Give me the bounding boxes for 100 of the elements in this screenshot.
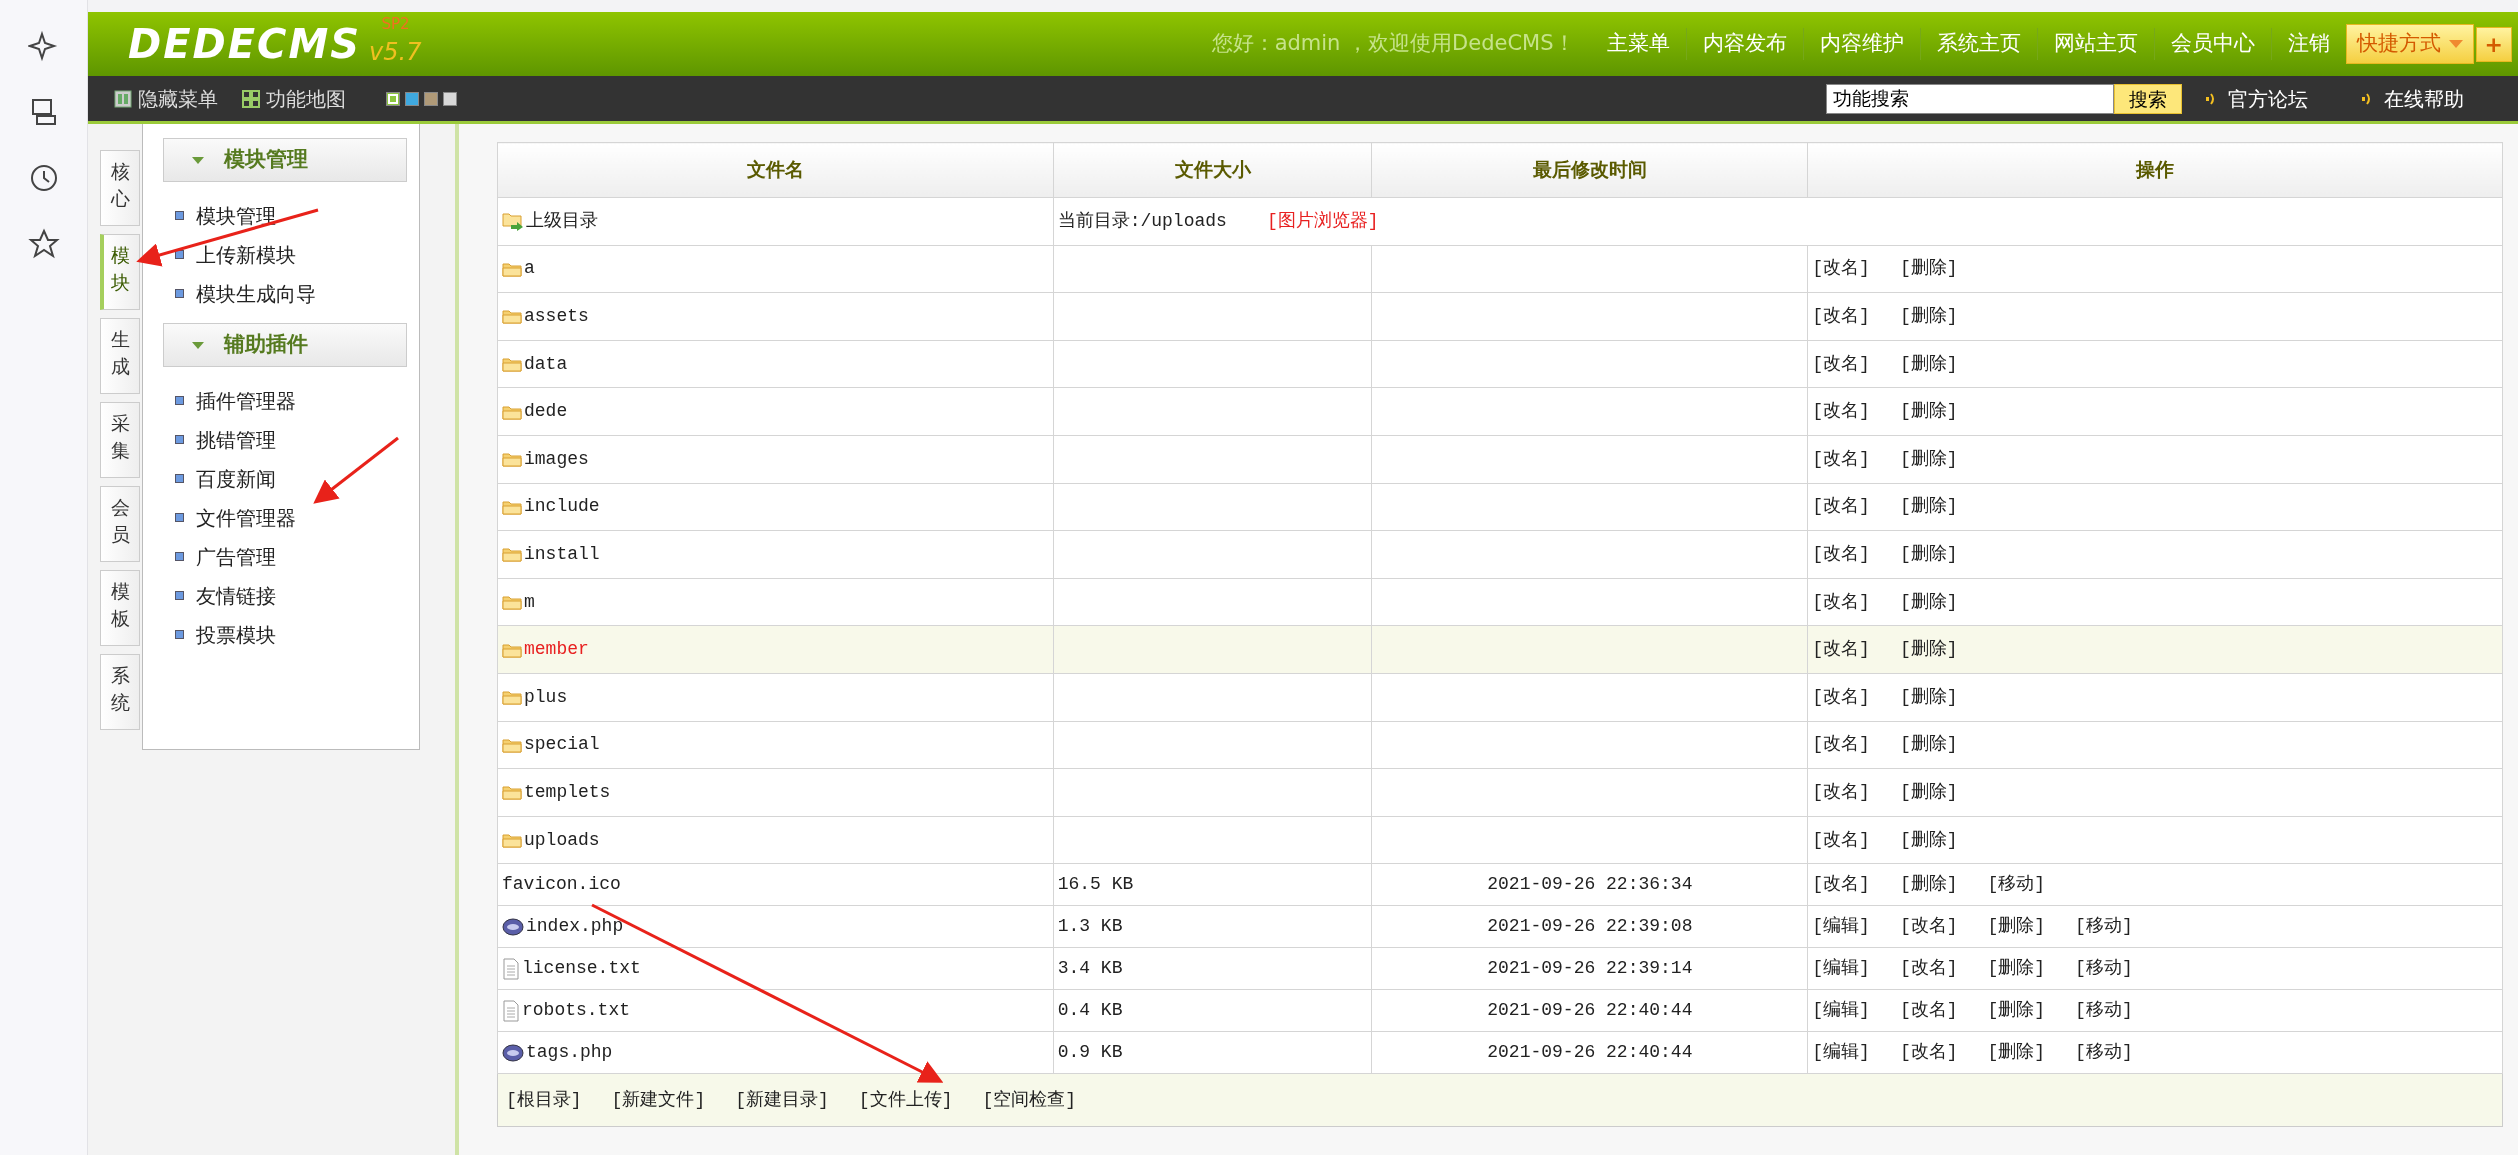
side-tab[interactable]: 核心 xyxy=(100,150,140,226)
menu-item[interactable]: 友情链接 xyxy=(163,576,407,615)
folder-icon xyxy=(502,594,522,611)
folder-icon xyxy=(502,451,522,468)
action-link[interactable]: [删除] xyxy=(1899,871,1958,899)
panel-icon xyxy=(114,89,132,108)
footer-link[interactable]: [空间检查] xyxy=(982,1086,1077,1114)
file-size: 1.3 KB xyxy=(1057,916,1123,937)
action-link[interactable]: [改名] xyxy=(1812,683,1870,711)
greeting-text: 您好：admin ，欢迎使用DedeCMS！ xyxy=(1211,30,1575,58)
action-link[interactable]: [删除] xyxy=(1899,493,1958,521)
action-link[interactable]: [改名] xyxy=(1812,303,1870,330)
folder-up-icon[interactable] xyxy=(502,210,524,233)
action-link[interactable]: [删除] xyxy=(1899,588,1958,616)
folder-icon xyxy=(502,260,522,277)
action-link[interactable]: [删除] xyxy=(1987,955,2046,983)
skin-swatch[interactable] xyxy=(443,91,457,106)
bullet-icon xyxy=(175,250,184,259)
text-file-icon xyxy=(502,999,520,1022)
action-link[interactable]: [改名] xyxy=(1899,997,1958,1025)
caret-icon xyxy=(192,156,204,164)
toolbar-link[interactable]: 隐藏菜单 xyxy=(114,83,218,114)
action-link[interactable]: [删除] xyxy=(1899,636,1958,664)
action-link[interactable]: [改名] xyxy=(1812,778,1870,806)
bullet-icon xyxy=(175,474,184,483)
side-tab[interactable]: 系统 xyxy=(100,654,140,730)
menu-group-header[interactable]: 模块管理 xyxy=(163,138,407,182)
action-link[interactable]: [改名] xyxy=(1812,871,1870,899)
footer-link[interactable]: [根目录] xyxy=(506,1086,582,1114)
folder-icon xyxy=(502,832,522,848)
action-link[interactable]: [移动] xyxy=(2075,997,2133,1025)
help-link[interactable]: 在线帮助 xyxy=(2362,83,2464,114)
action-link[interactable]: [改名] xyxy=(1812,398,1870,426)
bullet-icon xyxy=(175,552,184,561)
footer-link[interactable]: [新建文件] xyxy=(611,1086,706,1114)
menu-item[interactable]: 插件管理器 xyxy=(163,381,407,420)
skin-swatch[interactable] xyxy=(386,91,400,106)
action-link[interactable]: [改名] xyxy=(1812,255,1870,283)
action-link[interactable]: [改名] xyxy=(1812,445,1870,473)
column-header: 文件大小 xyxy=(1053,142,1372,198)
footer-link[interactable]: [文件上传] xyxy=(858,1086,953,1114)
footer-link[interactable]: [新建目录] xyxy=(735,1086,829,1114)
action-link[interactable]: [编辑] xyxy=(1812,913,1870,941)
action-link[interactable]: [移动] xyxy=(2075,1039,2133,1067)
action-link[interactable]: [改名] xyxy=(1812,826,1870,854)
side-tab[interactable]: 会员 xyxy=(100,486,140,562)
side-tab[interactable]: 模板 xyxy=(100,570,140,646)
bullet-icon xyxy=(175,289,184,298)
action-link[interactable]: [编辑] xyxy=(1812,955,1870,983)
action-link[interactable]: [移动] xyxy=(2075,955,2133,983)
action-link[interactable]: [删除] xyxy=(1987,997,2046,1025)
action-link[interactable]: [改名] xyxy=(1812,636,1870,664)
help-link[interactable]: 官方论坛 xyxy=(2206,83,2308,114)
action-link[interactable]: [删除] xyxy=(1899,540,1958,568)
skin-swatch[interactable] xyxy=(424,91,438,106)
edition-label: SP2 xyxy=(381,13,410,35)
action-link[interactable]: [删除] xyxy=(1987,913,2046,941)
star-icon[interactable] xyxy=(27,228,60,260)
toolbar-link[interactable]: 功能地图 xyxy=(242,83,346,114)
menu-item[interactable]: 挑错管理 xyxy=(163,420,407,459)
action-link[interactable]: [改名] xyxy=(1812,493,1870,521)
action-link[interactable]: [改名] xyxy=(1812,588,1870,616)
action-link[interactable]: [改名] xyxy=(1899,1039,1958,1067)
action-link[interactable]: [删除] xyxy=(1899,398,1958,426)
menu-item[interactable]: 上传新模块 xyxy=(163,235,407,274)
action-link[interactable]: [编辑] xyxy=(1812,1039,1870,1067)
skin-swatch[interactable] xyxy=(405,91,419,106)
action-link[interactable]: [删除] xyxy=(1899,731,1958,759)
action-link[interactable]: [删除] xyxy=(1899,255,1958,283)
side-tab[interactable]: 采集 xyxy=(100,402,140,478)
action-link[interactable]: [删除] xyxy=(1899,445,1958,473)
menu-item[interactable]: 文件管理器 xyxy=(163,498,407,537)
file-size: 0.9 KB xyxy=(1057,1042,1123,1063)
action-link[interactable]: [改名] xyxy=(1899,955,1958,983)
action-link[interactable]: [删除] xyxy=(1987,1039,2046,1067)
php-file-icon xyxy=(502,1042,524,1063)
menu-item[interactable]: 模块生成向导 xyxy=(163,274,407,313)
menu-item[interactable]: 百度新闻 xyxy=(163,459,407,498)
menu-item[interactable]: 广告管理 xyxy=(163,537,407,576)
action-link[interactable]: [编辑] xyxy=(1812,997,1870,1025)
search-button[interactable]: 搜索 xyxy=(2114,83,2182,114)
menu-item[interactable]: 投票模块 xyxy=(163,615,407,654)
action-link[interactable]: [删除] xyxy=(1899,683,1958,711)
search-field[interactable]: 功能搜索 xyxy=(1826,83,2114,114)
folder-icon xyxy=(502,784,522,801)
side-tab[interactable]: 模块 xyxy=(100,234,140,310)
action-link[interactable]: [删除] xyxy=(1899,778,1958,806)
action-link[interactable]: [移动] xyxy=(1987,871,2046,899)
action-link[interactable]: [改名] xyxy=(1812,350,1870,378)
image-browser-link[interactable]: [图片浏览器] xyxy=(1266,207,1379,235)
action-link[interactable]: [删除] xyxy=(1899,826,1958,854)
action-link[interactable]: [改名] xyxy=(1812,540,1870,568)
action-link[interactable]: [改名] xyxy=(1812,731,1870,759)
menu-group-header[interactable]: 辅助插件 xyxy=(163,323,407,367)
action-link[interactable]: [删除] xyxy=(1899,303,1958,330)
side-tab[interactable]: 生成 xyxy=(100,318,140,394)
action-link[interactable]: [改名] xyxy=(1899,913,1958,941)
action-link[interactable]: [移动] xyxy=(2075,913,2133,941)
action-link[interactable]: [删除] xyxy=(1899,350,1958,378)
column-header: 最后修改时间 xyxy=(1371,142,1808,198)
